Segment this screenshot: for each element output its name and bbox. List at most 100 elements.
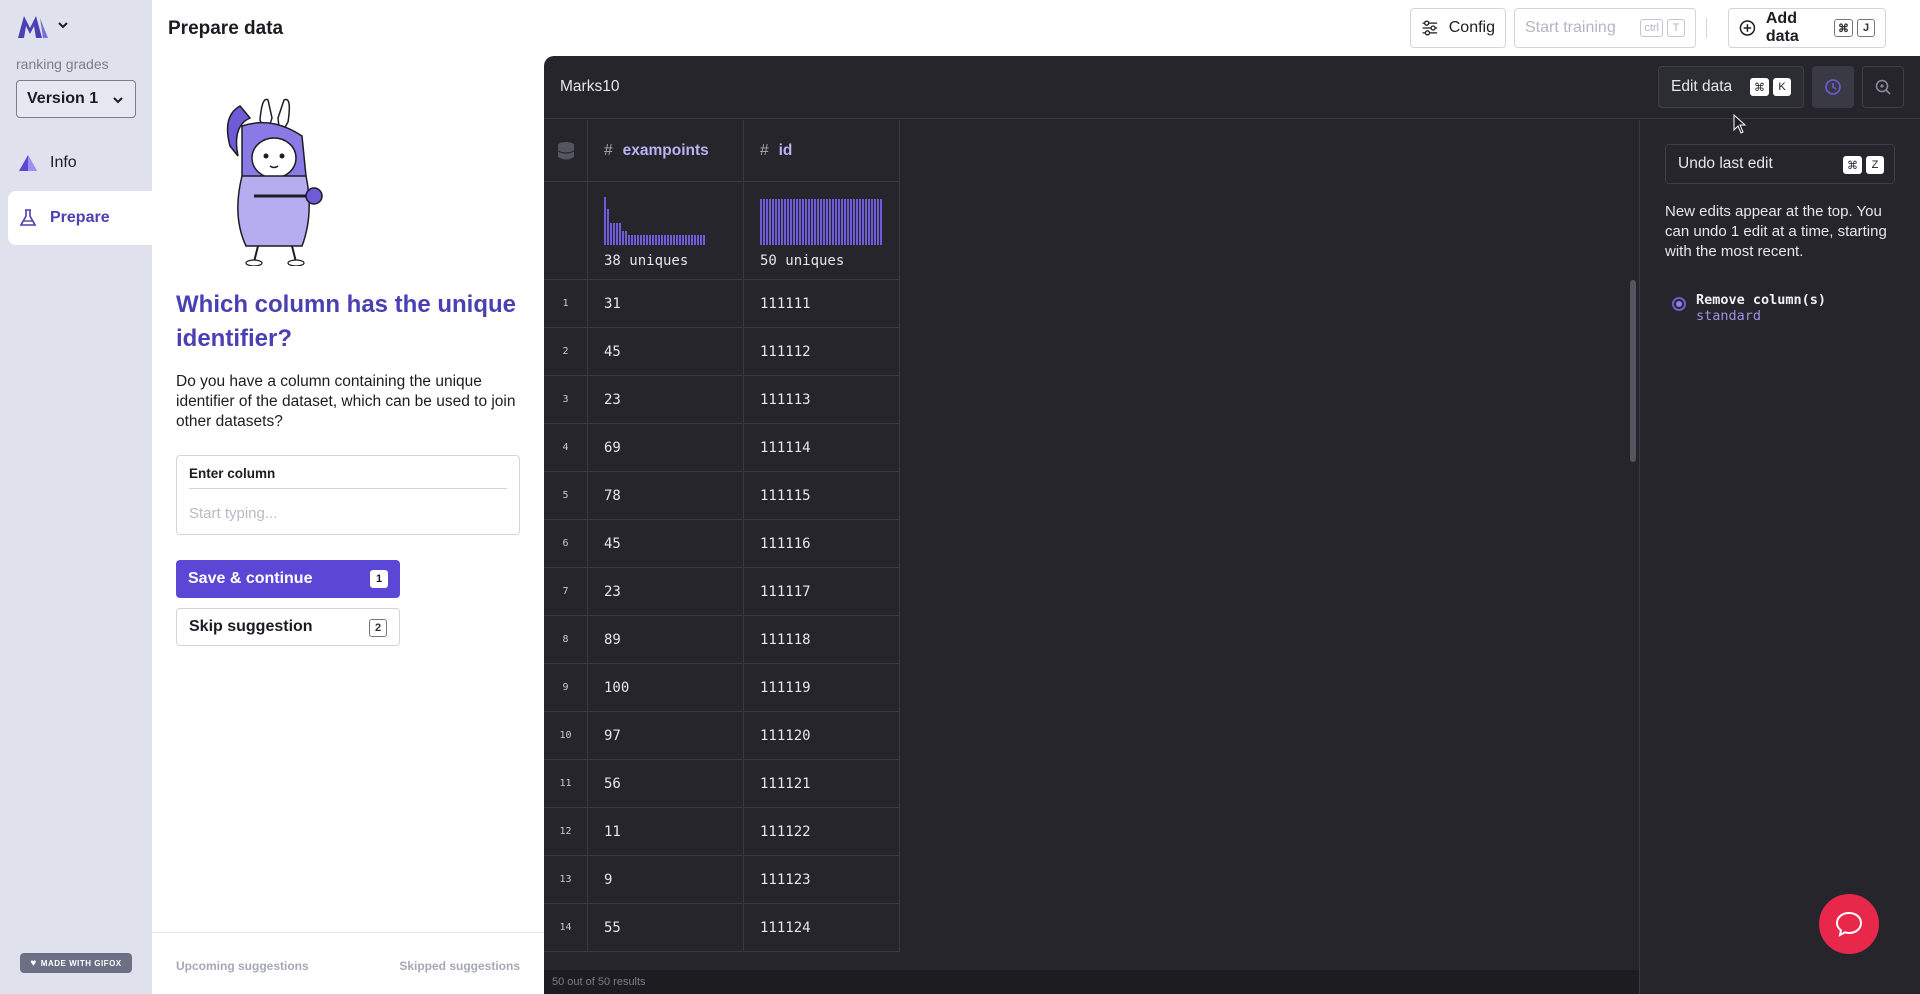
nav-item-prepare[interactable]: Prepare (8, 191, 152, 245)
row-number: 11 (544, 760, 588, 807)
cell-id[interactable]: 111119 (744, 664, 900, 711)
save-continue-button[interactable]: Save & continue 1 (176, 560, 400, 598)
cell-id[interactable]: 111123 (744, 856, 900, 903)
history-button[interactable] (1812, 66, 1854, 108)
histogram-bar (841, 199, 843, 245)
skipped-suggestions-link[interactable]: Skipped suggestions (399, 959, 520, 973)
cell-id[interactable]: 111112 (744, 328, 900, 375)
cell-id[interactable]: 111111 (744, 280, 900, 327)
undo-last-edit-button[interactable]: Undo last edit ⌘ Z (1665, 144, 1895, 184)
table-row[interactable]: 7 23 111117 (544, 568, 900, 616)
cell-id[interactable]: 111114 (744, 424, 900, 471)
cell-exampoints[interactable]: 11 (588, 808, 744, 855)
number-type-icon: # (604, 141, 613, 159)
sliders-icon (1422, 20, 1438, 36)
table-row[interactable]: 13 9 111123 (544, 856, 900, 904)
histogram-bar (652, 235, 654, 245)
cell-id[interactable]: 111121 (744, 760, 900, 807)
cell-exampoints[interactable]: 56 (588, 760, 744, 807)
histogram-bar (829, 199, 831, 245)
app-logo-icon[interactable] (16, 14, 52, 40)
cell-exampoints[interactable]: 89 (588, 616, 744, 663)
shortcut-key: ⌘ (1750, 78, 1769, 96)
cell-id[interactable]: 111120 (744, 712, 900, 759)
table-scrollbar[interactable] (1626, 120, 1638, 970)
cell-exampoints[interactable]: 45 (588, 520, 744, 567)
cell-id[interactable]: 111122 (744, 808, 900, 855)
histogram-id[interactable]: 50 uniques (744, 182, 900, 279)
histogram-bar (631, 235, 633, 245)
histogram-bar (685, 235, 687, 245)
mouse-cursor-icon (1733, 114, 1747, 134)
cell-id[interactable]: 111124 (744, 904, 900, 951)
histogram-exampoints[interactable]: 38 uniques (588, 182, 744, 279)
cell-id[interactable]: 111113 (744, 376, 900, 423)
row-number: 4 (544, 424, 588, 471)
input-divider (189, 488, 507, 489)
chat-support-button[interactable] (1819, 894, 1879, 954)
table-row[interactable]: 10 97 111120 (544, 712, 900, 760)
histogram-bar (661, 235, 663, 245)
skip-suggestion-label: Skip suggestion (189, 618, 313, 635)
cell-id[interactable]: 111117 (744, 568, 900, 615)
histogram-bar (787, 199, 789, 245)
scrollbar-thumb[interactable] (1630, 280, 1636, 462)
config-button[interactable]: Config (1410, 8, 1506, 48)
table-corner[interactable] (544, 120, 588, 181)
config-label: Config (1448, 19, 1495, 36)
table-row[interactable]: 3 23 111113 (544, 376, 900, 424)
table-row[interactable]: 9 100 111119 (544, 664, 900, 712)
skip-suggestion-button[interactable]: Skip suggestion 2 (176, 608, 400, 646)
histogram-bar (610, 223, 612, 245)
cell-exampoints[interactable]: 23 (588, 376, 744, 423)
version-select[interactable]: Version 1 (16, 80, 136, 118)
nav-item-info[interactable]: Info (8, 136, 152, 190)
edit-data-button[interactable]: Edit data ⌘ K (1658, 66, 1804, 108)
cell-exampoints[interactable]: 69 (588, 424, 744, 471)
histogram-bar (820, 199, 822, 245)
cell-exampoints[interactable]: 9 (588, 856, 744, 903)
table-row[interactable]: 14 55 111124 (544, 904, 900, 952)
histogram-bar (856, 199, 858, 245)
histogram-bar (646, 235, 648, 245)
start-training-button[interactable]: Start training ctrl T (1514, 8, 1696, 48)
table-row[interactable]: 4 69 111114 (544, 424, 900, 472)
table-row[interactable]: 1 31 111111 (544, 280, 900, 328)
cell-id[interactable]: 111115 (744, 472, 900, 519)
add-data-button[interactable]: Add data ⌘ J (1728, 8, 1886, 48)
results-status: 50 out of 50 results (544, 970, 1639, 994)
chevron-down-icon[interactable] (56, 18, 70, 32)
table-row[interactable]: 2 45 111112 (544, 328, 900, 376)
histogram-bar (682, 235, 684, 245)
search-data-button[interactable] (1862, 66, 1904, 108)
cell-id[interactable]: 111118 (744, 616, 900, 663)
histogram-bar (859, 199, 861, 245)
histogram-bar (703, 235, 705, 245)
edits-note: New edits appear at the top. You can und… (1665, 203, 1887, 260)
cell-exampoints[interactable]: 23 (588, 568, 744, 615)
histogram-bar (607, 209, 609, 245)
cell-exampoints[interactable]: 45 (588, 328, 744, 375)
upcoming-suggestions-link[interactable]: Upcoming suggestions (176, 959, 309, 973)
cell-exampoints[interactable]: 78 (588, 472, 744, 519)
gifox-badge[interactable]: ♥ MADE WITH GIFOX (20, 953, 132, 973)
edit-history-item[interactable]: Remove column(s) standard (1672, 292, 1826, 324)
histogram-bar (769, 199, 771, 245)
cell-exampoints[interactable]: 55 (588, 904, 744, 951)
table-row[interactable]: 12 11 111122 (544, 808, 900, 856)
add-data-label: Add data (1765, 10, 1799, 45)
cell-exampoints[interactable]: 97 (588, 712, 744, 759)
cell-exampoints[interactable]: 31 (588, 280, 744, 327)
cell-exampoints[interactable]: 100 (588, 664, 744, 711)
shortcut-key: ⌘ (1843, 156, 1862, 174)
cell-id[interactable]: 111116 (744, 520, 900, 567)
table-row[interactable]: 5 78 111115 (544, 472, 900, 520)
table-row[interactable]: 11 56 111121 (544, 760, 900, 808)
column-input[interactable] (189, 500, 499, 526)
suggestion-description: Do you have a column containing the uniq… (176, 373, 516, 430)
histogram-bar (874, 199, 876, 245)
column-header-id[interactable]: # id (744, 120, 900, 181)
column-header-exampoints[interactable]: # exampoints (588, 120, 744, 181)
table-row[interactable]: 8 89 111118 (544, 616, 900, 664)
table-row[interactable]: 6 45 111116 (544, 520, 900, 568)
